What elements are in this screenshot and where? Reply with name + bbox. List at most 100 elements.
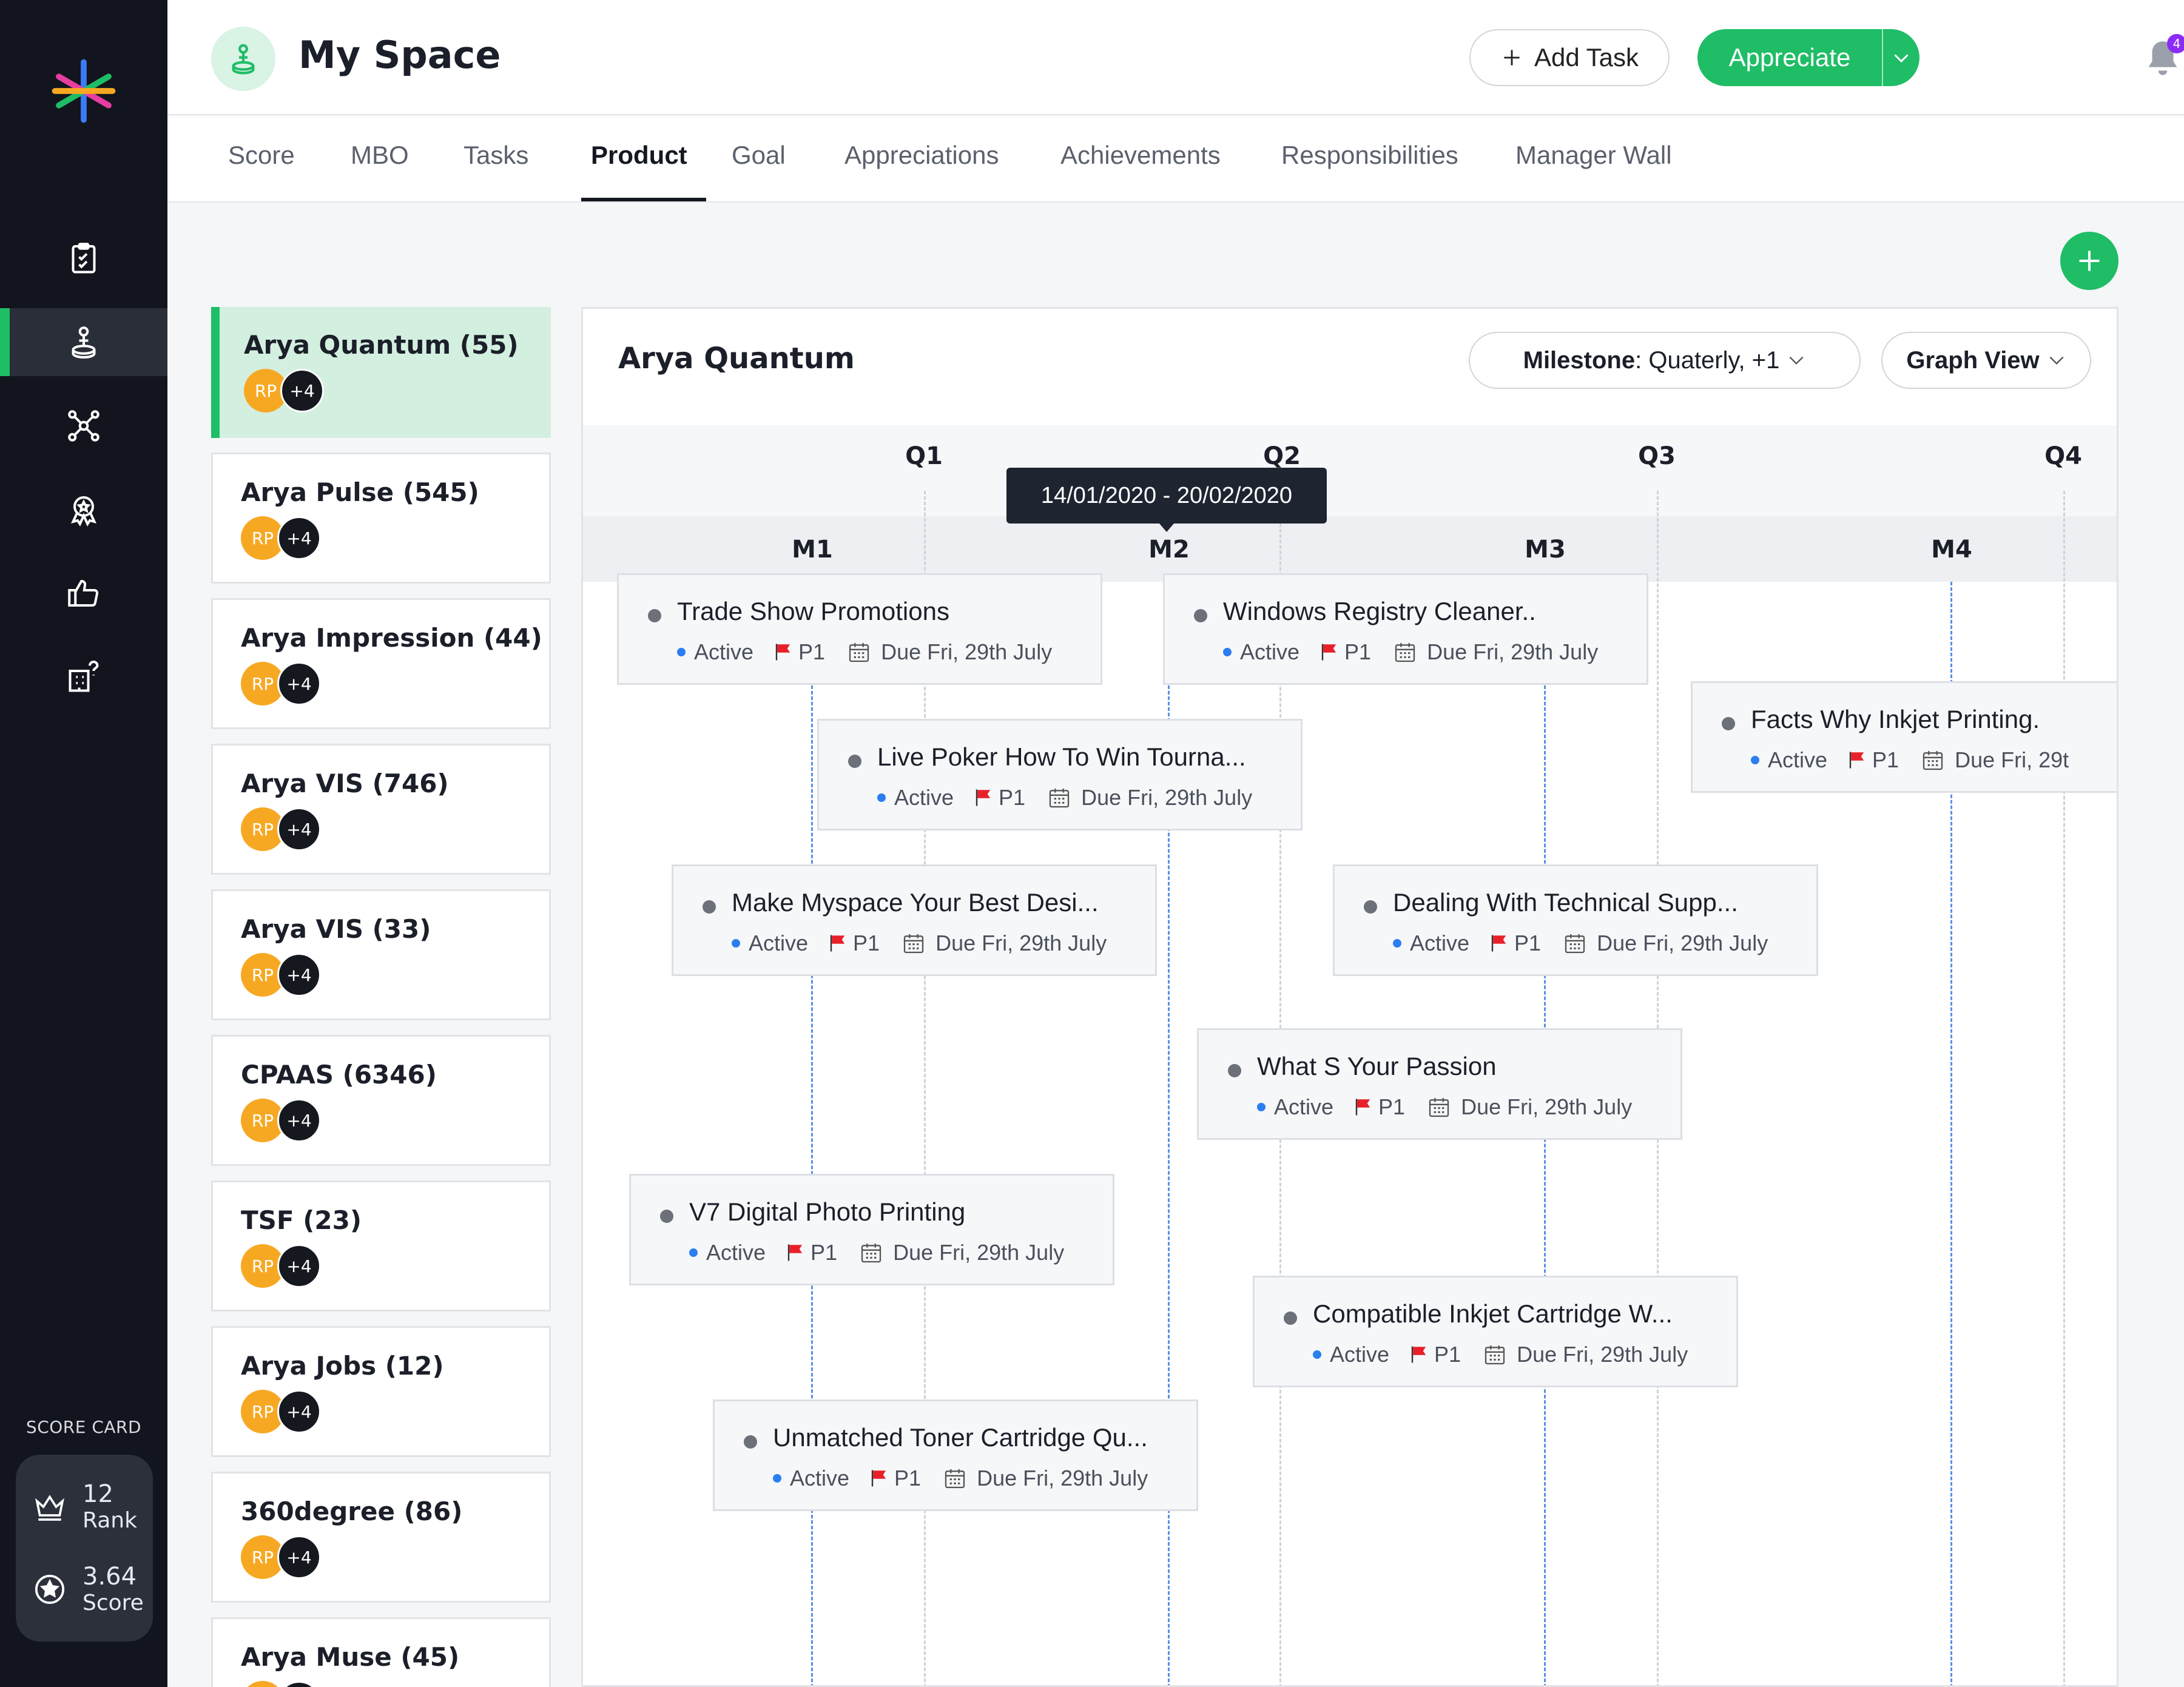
add-task-button[interactable]: Add Task xyxy=(1469,29,1670,86)
task-priority: P1 xyxy=(798,639,826,664)
task-priority: P1 xyxy=(811,1240,838,1265)
product-item[interactable]: Arya Muse (45) RP +4 xyxy=(211,1617,551,1687)
product-name: Arya Impression (44) xyxy=(241,623,542,653)
task-title: Make Myspace Your Best Desi... xyxy=(732,888,1099,917)
more-members-badge: +4 xyxy=(277,807,321,851)
rank-value: 12 xyxy=(83,1480,113,1508)
clipboard-check-icon xyxy=(72,243,96,274)
score-caption: Score xyxy=(83,1591,144,1615)
nav-network[interactable] xyxy=(0,392,167,460)
task-card[interactable]: Unmatched Toner Cartridge Qu... Active P… xyxy=(713,1399,1198,1511)
task-meta: Active P1 Due Fri, 29th July xyxy=(773,1466,1148,1491)
calendar-icon xyxy=(945,1469,965,1489)
task-meta: Active P1 Due Fri, 29th July xyxy=(677,639,1052,665)
product-item[interactable]: Arya Quantum (55) RP +4 xyxy=(211,307,551,438)
scorecard[interactable]: 12 Rank 3.64 Score xyxy=(16,1455,153,1642)
quarter-label: Q2 xyxy=(1263,442,1301,470)
flag-icon xyxy=(1411,1346,1426,1363)
tab-goal[interactable]: Goal xyxy=(732,141,786,170)
month-label[interactable]: M1 xyxy=(792,536,833,564)
task-due-date: Due Fri, 29th July xyxy=(1517,1342,1688,1367)
app-logo[interactable] xyxy=(51,58,116,124)
task-priority: P1 xyxy=(853,931,880,955)
task-title: V7 Digital Photo Printing xyxy=(689,1197,966,1226)
tab-manager-wall[interactable]: Manager Wall xyxy=(1515,141,1672,170)
appreciate-button[interactable]: Appreciate xyxy=(1697,29,1882,86)
month-label[interactable]: M4 xyxy=(1931,536,1972,564)
milestone-dropdown[interactable]: Milestone: Quaterly, +1 xyxy=(1469,332,1861,389)
more-members-badge: +4 xyxy=(277,1099,321,1142)
product-graph-panel: Arya Quantum Milestone: Quaterly, +1 Gra… xyxy=(581,307,2118,1687)
calendar-icon xyxy=(903,934,924,954)
task-due-date: Due Fri, 29th July xyxy=(1427,639,1599,664)
task-title: Facts Why Inkjet Printing. xyxy=(1751,705,2040,733)
task-card[interactable]: Compatible Inkjet Cartridge W... Active … xyxy=(1253,1276,1738,1387)
task-bullet xyxy=(744,1435,757,1449)
product-name: CPAAS (6346) xyxy=(241,1060,437,1089)
calendar-icon xyxy=(849,643,869,662)
tab-tasks[interactable]: Tasks xyxy=(463,141,528,170)
tab-appreciations[interactable]: Appreciations xyxy=(844,141,999,170)
calendar-icon xyxy=(1923,751,1943,770)
task-bullet xyxy=(1194,609,1207,622)
month-label[interactable]: M2 xyxy=(1148,536,1190,564)
product-item[interactable]: Arya Impression (44) RP +4 xyxy=(211,598,551,729)
product-item[interactable]: Arya VIS (746) RP +4 xyxy=(211,744,551,875)
rank-row: 12 Rank xyxy=(33,1480,137,1534)
view-dropdown[interactable]: Graph View xyxy=(1881,332,2091,389)
task-card[interactable]: Facts Why Inkjet Printing. Active P1 Due… xyxy=(1691,681,2117,793)
task-card[interactable]: Trade Show Promotions Active P1 Due Fri,… xyxy=(617,573,1102,685)
task-status: Active xyxy=(1330,1342,1390,1367)
product-item[interactable]: Arya VIS (33) RP +4 xyxy=(211,889,551,1020)
task-card[interactable]: What S Your Passion Active P1 Due Fri, 2… xyxy=(1197,1028,1682,1140)
page-title: My Space xyxy=(298,33,501,77)
tab-responsibilities[interactable]: Responsibilities xyxy=(1281,141,1458,170)
product-item[interactable]: Arya Pulse (545) RP +4 xyxy=(211,453,551,584)
product-item[interactable]: Arya Jobs (12) RP +4 xyxy=(211,1326,551,1457)
tab-product[interactable]: Product xyxy=(591,141,687,170)
network-icon xyxy=(68,410,99,442)
task-bullet xyxy=(703,900,716,914)
crown-icon xyxy=(35,1495,64,1521)
task-card[interactable]: Make Myspace Your Best Desi... Active P1… xyxy=(672,864,1157,976)
product-members: RP +4 xyxy=(241,1244,326,1288)
task-bullet xyxy=(648,609,661,622)
calendar-icon xyxy=(1565,934,1585,954)
more-members-badge: +4 xyxy=(280,369,324,412)
product-item[interactable]: CPAAS (6346) RP +4 xyxy=(211,1035,551,1166)
nav-my-space[interactable] xyxy=(0,308,167,376)
add-product-button[interactable] xyxy=(2060,232,2118,290)
nav-help[interactable] xyxy=(0,643,167,711)
status-dot xyxy=(677,648,686,656)
task-meta: Active P1 Due Fri, 29th July xyxy=(877,785,1252,810)
appreciate-dropdown-toggle[interactable] xyxy=(1882,29,1919,86)
tab-mbo[interactable]: MBO xyxy=(351,141,409,170)
product-item[interactable]: TSF (23) RP +4 xyxy=(211,1180,551,1312)
owner-avatar: RP xyxy=(241,1681,285,1687)
status-dot xyxy=(773,1474,781,1483)
view-label: Graph View xyxy=(1906,346,2040,374)
month-gridline xyxy=(811,582,813,1685)
tab-score[interactable]: Score xyxy=(228,141,295,170)
product-members: RP +4 xyxy=(241,1390,326,1433)
task-due-date: Due Fri, 29th July xyxy=(1597,931,1768,955)
nav-appreciate[interactable] xyxy=(0,559,167,627)
task-card[interactable]: Live Poker How To Win Tourna... Active P… xyxy=(817,719,1303,830)
nav-tasks[interactable] xyxy=(0,224,167,292)
task-priority: P1 xyxy=(1514,931,1542,955)
product-members: RP +4 xyxy=(241,662,326,705)
task-status: Active xyxy=(706,1240,766,1265)
flag-icon xyxy=(775,644,790,661)
task-card[interactable]: Dealing With Technical Supp... Active P1… xyxy=(1333,864,1818,976)
task-title: Trade Show Promotions xyxy=(677,597,949,625)
more-members-badge: +4 xyxy=(277,1390,321,1433)
product-item[interactable]: 360degree (86) RP +4 xyxy=(211,1472,551,1603)
tab-achievements[interactable]: Achievements xyxy=(1060,141,1221,170)
task-due-date: Due Fri, 29t xyxy=(1955,747,2069,772)
nav-awards[interactable] xyxy=(0,476,167,544)
task-bullet xyxy=(848,755,861,768)
month-label[interactable]: M3 xyxy=(1525,536,1566,564)
task-card[interactable]: V7 Digital Photo Printing Active P1 Due … xyxy=(629,1174,1114,1285)
task-status: Active xyxy=(1274,1094,1334,1119)
task-card[interactable]: Windows Registry Cleaner.. Active P1 Due… xyxy=(1163,573,1648,685)
